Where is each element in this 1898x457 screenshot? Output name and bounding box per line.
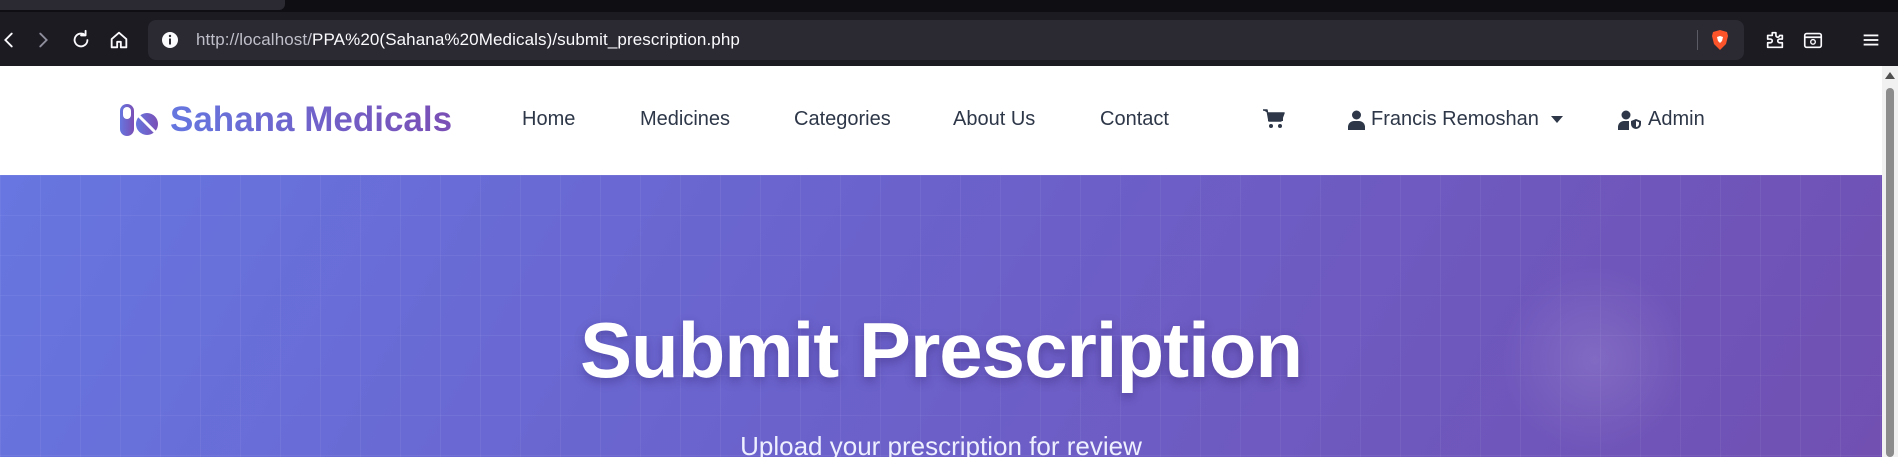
hero-banner: Submit Prescription Upload your prescrip… — [0, 175, 1882, 457]
nav-medicines[interactable]: Medicines — [640, 108, 730, 131]
forward-icon[interactable] — [30, 27, 56, 53]
user-name: Francis Remoshan — [1371, 108, 1539, 130]
menu-icon[interactable] — [1858, 27, 1884, 53]
url-prefix: http://localhost/ — [196, 30, 313, 49]
nav-categories[interactable]: Categories — [794, 108, 891, 131]
scroll-up-icon[interactable] — [1885, 72, 1895, 79]
brand-name: Sahana Medicals — [170, 100, 453, 139]
browser-toolbar: http://localhost/PPA%20(Sahana%20Medical… — [0, 12, 1898, 66]
brand-link[interactable]: Sahana Medicals — [118, 100, 452, 140]
browser-tab-strip — [0, 0, 1898, 12]
site-info-icon[interactable] — [160, 30, 180, 50]
admin-label: Admin — [1648, 108, 1705, 130]
admin-link[interactable]: Admin — [1618, 108, 1705, 131]
page-scrollbar[interactable] — [1882, 66, 1898, 457]
pills-icon — [120, 104, 158, 136]
address-bar-divider — [1697, 30, 1698, 50]
reload-icon[interactable] — [68, 27, 94, 53]
page-title: Submit Prescription — [579, 306, 1303, 394]
back-icon[interactable] — [0, 27, 22, 53]
active-tab[interactable] — [0, 0, 285, 10]
user-shield-icon — [1618, 110, 1641, 130]
user-dropdown[interactable]: Francis Remoshan — [1348, 108, 1563, 131]
home-icon[interactable] — [106, 27, 132, 53]
chevron-down-icon — [1550, 116, 1563, 123]
url-text[interactable]: http://localhost/PPA%20(Sahana%20Medical… — [196, 30, 740, 50]
cart-icon[interactable] — [1262, 108, 1286, 130]
user-icon — [1348, 110, 1365, 130]
site-navbar: Sahana Medicals Home Medicines Categorie… — [0, 66, 1882, 175]
address-bar[interactable]: http://localhost/PPA%20(Sahana%20Medical… — [148, 20, 1744, 60]
nav-home[interactable]: Home — [522, 108, 575, 131]
url-path: PPA%20(Sahana%20Medicals)/submit_prescri… — [312, 30, 740, 49]
extensions-icon[interactable] — [1762, 27, 1788, 53]
web-page: Sahana Medicals Home Medicines Categorie… — [0, 66, 1882, 457]
reader-view-icon[interactable] — [1800, 27, 1826, 53]
page-subtitle: Upload your prescription for review — [740, 431, 1142, 457]
scrollbar-thumb[interactable] — [1886, 88, 1894, 457]
brave-shields-icon[interactable] — [1708, 28, 1732, 52]
nav-contact[interactable]: Contact — [1100, 108, 1169, 131]
nav-about-us[interactable]: About Us — [953, 108, 1035, 131]
